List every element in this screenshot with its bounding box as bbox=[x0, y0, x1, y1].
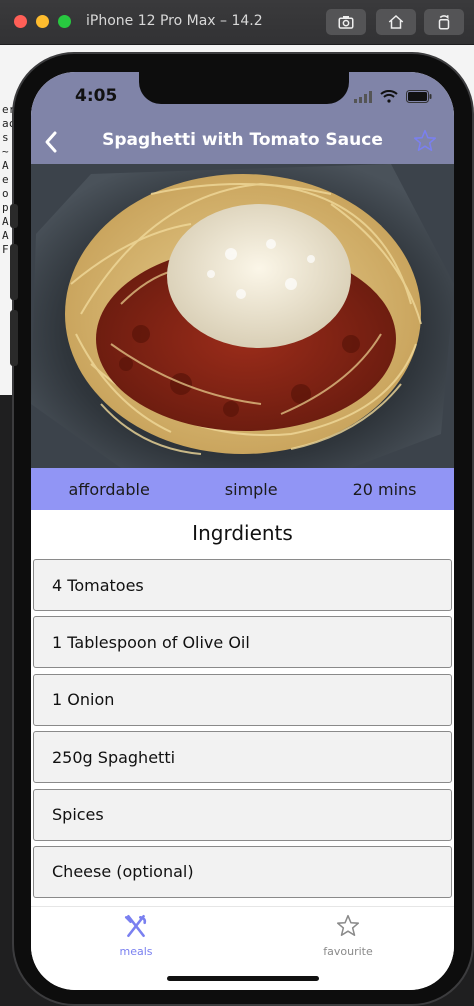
close-window-button[interactable] bbox=[14, 15, 27, 28]
tab-favourite-label: favourite bbox=[323, 945, 373, 958]
complexity-label: simple bbox=[224, 479, 278, 499]
rotate-button[interactable] bbox=[424, 9, 464, 35]
minimize-window-button[interactable] bbox=[36, 15, 49, 28]
duration-label: 20 mins bbox=[352, 479, 417, 499]
status-time: 4:05 bbox=[75, 86, 118, 106]
star-outline-icon bbox=[336, 914, 360, 936]
notch bbox=[139, 72, 349, 104]
signal-icon bbox=[354, 90, 372, 103]
favourite-toggle-button[interactable] bbox=[412, 128, 438, 154]
ingredients-list: 4 Tomatoes 1 Tablespoon of Olive Oil 1 O… bbox=[33, 559, 452, 903]
tab-meals-label: meals bbox=[119, 945, 153, 958]
bottom-tab-bar: meals favourite bbox=[31, 906, 454, 990]
home-button[interactable] bbox=[376, 9, 416, 35]
affordability-label: affordable bbox=[68, 479, 150, 499]
page-title: Spaghetti with Tomato Sauce bbox=[102, 130, 383, 150]
device-screen: 4:05 Spaghetti with Tomato Sauce afforda… bbox=[31, 72, 454, 990]
star-outline-icon bbox=[413, 129, 437, 151]
wifi-icon bbox=[380, 90, 398, 103]
ingredient-item: 1 Tablespoon of Olive Oil bbox=[33, 616, 452, 669]
simulator-title: iPhone 12 Pro Max – 14.2 bbox=[86, 13, 263, 29]
simulator-titlebar: iPhone 12 Pro Max – 14.2 bbox=[0, 0, 474, 45]
volume-up-button bbox=[10, 244, 18, 300]
zoom-window-button[interactable] bbox=[58, 15, 71, 28]
ingredient-item: 1 Onion bbox=[33, 673, 452, 726]
spaghetti-photo-illustration bbox=[31, 164, 454, 468]
ingredient-item: Spices bbox=[33, 788, 452, 841]
status-icons bbox=[354, 90, 432, 103]
mute-switch bbox=[10, 204, 18, 228]
rotate-icon bbox=[438, 15, 450, 30]
ingredients-heading: Ingrdients bbox=[192, 521, 293, 545]
meal-info-bar: affordable simple 20 mins bbox=[31, 468, 454, 510]
screenshot-button[interactable] bbox=[326, 9, 366, 35]
ingredient-item: 250g Spaghetti bbox=[33, 731, 452, 784]
camera-icon bbox=[338, 16, 354, 29]
home-icon bbox=[388, 14, 404, 29]
tab-favourite[interactable]: favourite bbox=[303, 913, 393, 958]
battery-icon bbox=[406, 90, 432, 103]
meal-image bbox=[31, 164, 454, 468]
home-indicator[interactable] bbox=[167, 976, 319, 981]
ingredient-item: Cheese (optional) bbox=[33, 845, 452, 898]
ingredient-item: 4 Tomatoes bbox=[33, 559, 452, 611]
fork-knife-icon bbox=[124, 914, 147, 938]
tab-meals[interactable]: meals bbox=[91, 913, 181, 958]
volume-down-button bbox=[10, 310, 18, 366]
